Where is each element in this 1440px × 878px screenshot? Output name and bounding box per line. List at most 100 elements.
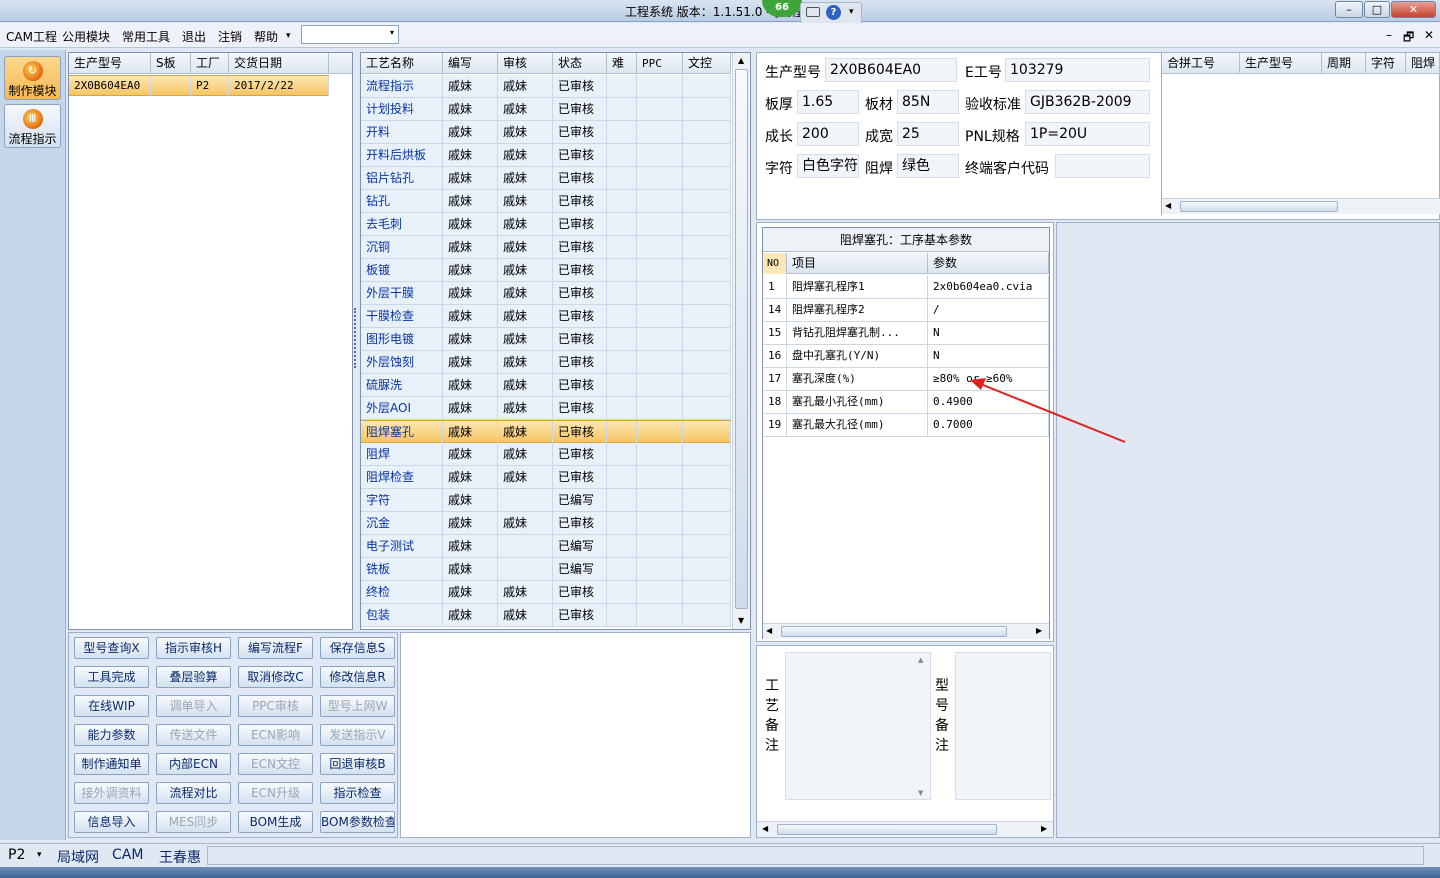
menu-exit[interactable]: 退出 [182, 28, 206, 45]
col-header[interactable]: NO [763, 253, 787, 274]
action-button[interactable]: 流程对比 [156, 782, 231, 804]
table-row[interactable]: 1 阻焊塞孔程序1 2x0b604ea0.cvia [763, 276, 1049, 299]
scroll-thumb[interactable] [781, 626, 1007, 637]
table-row[interactable]: 外层AOI 戚妹 戚妹 已审核 [361, 397, 731, 420]
action-button[interactable]: BOM参数检查 [320, 811, 395, 833]
action-button[interactable]: BOM生成 [238, 811, 313, 833]
table-row[interactable]: 沉铜 戚妹 戚妹 已审核 [361, 236, 731, 259]
pnl-field[interactable]: 1P=20U [1025, 122, 1150, 146]
action-button[interactable]: 在线WIP [74, 695, 149, 717]
scroll-down-icon[interactable]: ▼ [738, 616, 744, 625]
table-row[interactable]: 终检 戚妹 戚妹 已审核 [361, 581, 731, 604]
col-header[interactable]: 审核 [498, 53, 553, 74]
col-header[interactable]: 文控 [683, 53, 731, 74]
length-field[interactable]: 200 [797, 122, 859, 146]
menu-common-modules[interactable]: 公用模块 [62, 28, 110, 45]
plant-dropdown-icon[interactable]: ▾ [37, 850, 42, 860]
col-header[interactable]: 生产型号 [69, 53, 151, 74]
model-note-textarea[interactable] [955, 652, 1051, 800]
param-hscrollbar[interactable]: ◀ ▶ [763, 623, 1049, 639]
table-row[interactable]: 硫脲洗 戚妹 戚妹 已审核 [361, 374, 731, 397]
action-button[interactable]: 回退审核B [320, 753, 395, 775]
col-header[interactable]: 周期 [1322, 53, 1366, 74]
table-row[interactable]: 电子测试 戚妹 已编写 [361, 535, 731, 558]
scroll-left-icon[interactable]: ◀ [1165, 201, 1171, 210]
action-button[interactable]: PPC审核 [238, 695, 313, 717]
process-note-textarea[interactable]: ▲ ▼ [785, 652, 931, 800]
table-row[interactable]: 钻孔 戚妹 戚妹 已审核 [361, 190, 731, 213]
col-header[interactable]: 工艺名称 [361, 53, 443, 74]
col-header[interactable]: 项目 [787, 253, 928, 274]
table-row[interactable]: 外层干膜 戚妹 戚妹 已审核 [361, 282, 731, 305]
action-button[interactable]: 信息导入 [74, 811, 149, 833]
action-button[interactable]: ECN文控 [238, 753, 313, 775]
col-header[interactable]: 工厂 [191, 53, 229, 74]
nav-process-instruction[interactable]: Ⅲ 流程指示 [4, 104, 61, 148]
table-row[interactable]: 干膜检查 戚妹 戚妹 已审核 [361, 305, 731, 328]
menu-help[interactable]: 帮助 [254, 28, 278, 45]
material-field[interactable]: 85N [897, 90, 959, 114]
menu-cam[interactable]: CAM工程 [6, 28, 57, 45]
scroll-left-icon[interactable]: ◀ [762, 824, 768, 833]
splitter-handle[interactable] [354, 308, 358, 368]
action-button[interactable]: 内部ECN [156, 753, 231, 775]
table-row[interactable]: 开料 戚妹 戚妹 已审核 [361, 121, 731, 144]
nav-make-module[interactable]: ↻ 制作模块 [4, 56, 61, 100]
notes-hscrollbar[interactable]: ◀ ▶ [757, 821, 1053, 837]
mdi-close-button[interactable]: ✕ [1424, 28, 1434, 42]
table-row[interactable]: 沉金 戚妹 戚妹 已审核 [361, 512, 731, 535]
action-button[interactable]: MES同步 [156, 811, 231, 833]
col-header[interactable]: 生产型号 [1240, 53, 1322, 74]
scroll-left-icon[interactable]: ◀ [766, 626, 772, 635]
scroll-thumb[interactable] [1180, 201, 1338, 212]
help-dropdown-icon[interactable]: ▾ [286, 31, 291, 41]
table-row[interactable]: 铝片钻孔 戚妹 戚妹 已审核 [361, 167, 731, 190]
scroll-thumb[interactable] [777, 824, 997, 835]
table-row[interactable]: 阻焊检查 戚妹 戚妹 已审核 [361, 466, 731, 489]
plant-selector[interactable]: P2 [8, 847, 25, 863]
action-button[interactable]: 保存信息S [320, 637, 395, 659]
scroll-right-icon[interactable]: ▶ [1036, 626, 1042, 635]
table-row[interactable]: 流程指示 戚妹 戚妹 已审核 [361, 75, 731, 98]
solder-mask-field[interactable]: 绿色 [897, 154, 959, 178]
menu-combo[interactable]: ▾ [301, 25, 399, 44]
action-button[interactable]: ECN升级 [238, 782, 313, 804]
eno-field[interactable]: 103279 [1005, 58, 1150, 82]
help-icon[interactable]: ? [826, 5, 841, 20]
tray-menu-icon[interactable]: ▾ [849, 7, 854, 17]
table-row[interactable]: 包装 戚妹 戚妹 已审核 [361, 604, 731, 627]
scroll-down-icon[interactable]: ▼ [918, 789, 923, 797]
table-row[interactable]: 去毛刺 戚妹 戚妹 已审核 [361, 213, 731, 236]
action-button[interactable]: 传送文件 [156, 724, 231, 746]
action-button[interactable]: 编写流程F [238, 637, 313, 659]
action-button[interactable]: ECN影响 [238, 724, 313, 746]
table-row[interactable]: 阻焊塞孔 戚妹 戚妹 已审核 [361, 420, 731, 444]
thickness-field[interactable]: 1.65 [797, 90, 859, 114]
standard-field[interactable]: GJB362B-2009 [1025, 90, 1150, 114]
table-row[interactable]: 铣板 戚妹 已编写 [361, 558, 731, 581]
col-header[interactable]: S板 [151, 53, 191, 74]
table-row[interactable]: 外层蚀刻 戚妹 戚妹 已审核 [361, 351, 731, 374]
model-field[interactable]: 2X0B604EA0 [825, 58, 957, 82]
col-header[interactable]: PPC [637, 53, 683, 74]
minimize-button[interactable]: – [1335, 1, 1363, 18]
keyboard-icon[interactable] [806, 7, 820, 17]
col-header[interactable]: 字符 [1366, 53, 1406, 74]
char-field[interactable]: 白色字符 [797, 154, 859, 178]
action-button[interactable]: 接外调资料 [74, 782, 149, 804]
mdi-minimize-button[interactable]: – [1386, 28, 1392, 42]
table-row[interactable]: 14 阻焊塞孔程序2/ [763, 299, 1049, 322]
action-button[interactable]: 叠层验算 [156, 666, 231, 688]
process-vscrollbar[interactable]: ▲ ▼ [732, 53, 750, 629]
scroll-up-icon[interactable]: ▲ [738, 56, 744, 65]
action-button[interactable]: 取消修改C [238, 666, 313, 688]
col-header[interactable]: 参数 [928, 253, 1049, 274]
action-button[interactable]: 型号查询X [74, 637, 149, 659]
action-button[interactable]: 指示检查 [320, 782, 395, 804]
table-row[interactable]: 16 盘中孔塞孔(Y/N) N [763, 345, 1049, 368]
mdi-restore-button[interactable]: 🗗 [1403, 28, 1414, 49]
table-row[interactable]: 2X0B604EA0 P2 2017/2/22 [69, 75, 329, 96]
scroll-thumb[interactable] [735, 69, 748, 609]
col-header[interactable]: 交货日期 [229, 53, 329, 74]
col-header[interactable]: 难 [607, 53, 637, 74]
